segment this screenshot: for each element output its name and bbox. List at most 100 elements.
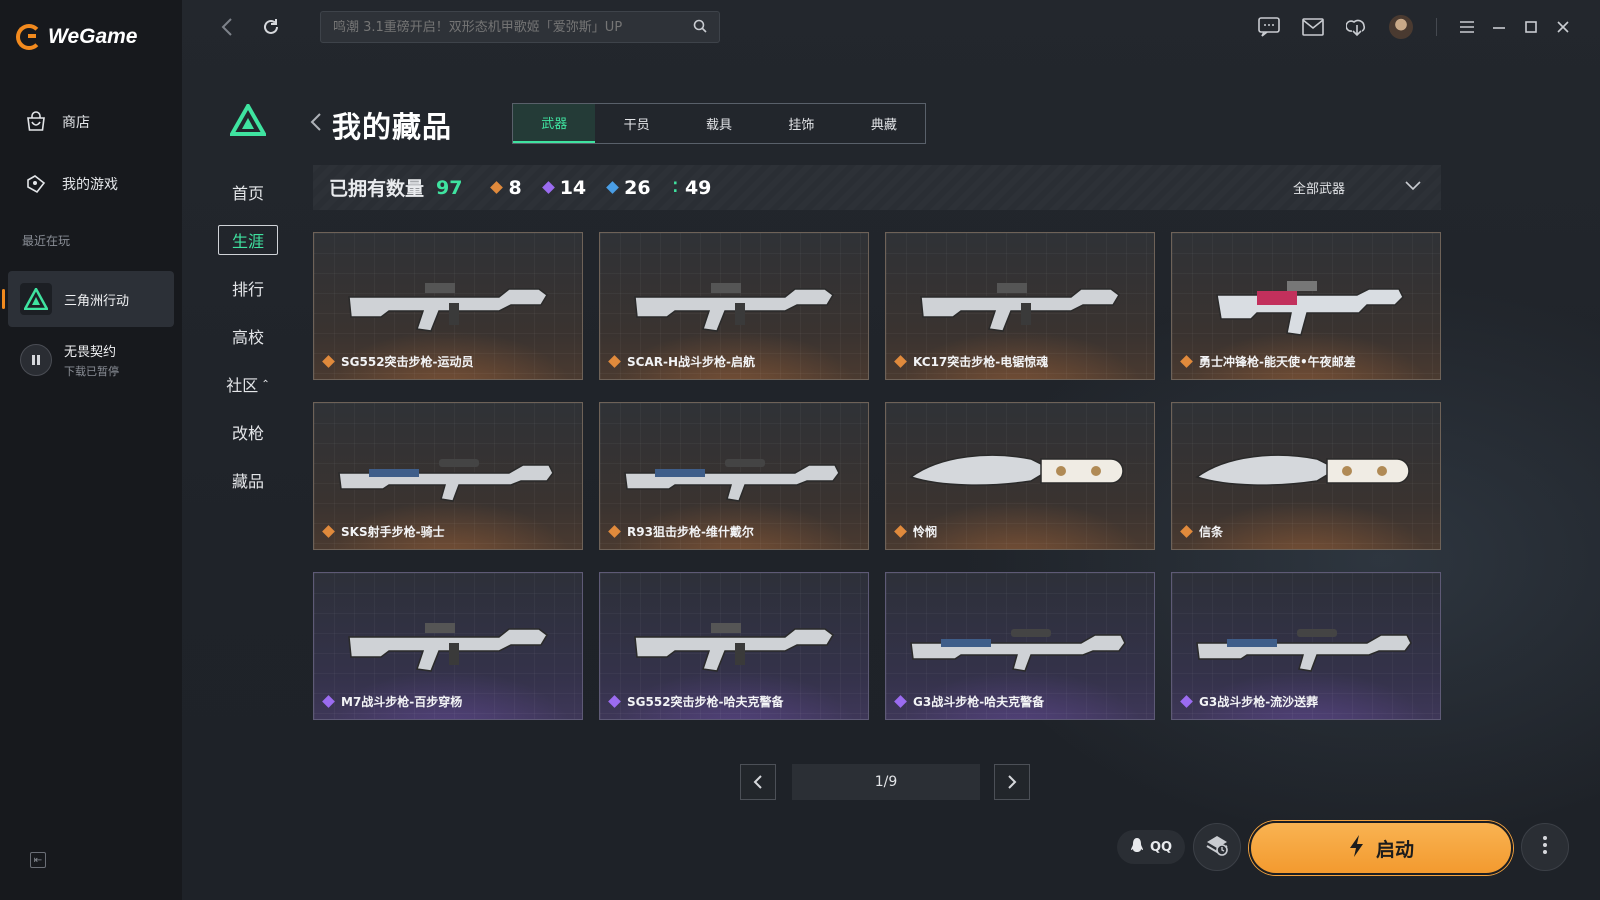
recent-game-name: 无畏契约 <box>64 345 117 360</box>
tab-collection[interactable]: 典藏 <box>843 104 925 143</box>
game-menu-label: 首页 <box>231 184 264 203</box>
collection-item-card[interactable]: SKS射手步枪-骑士 <box>313 402 583 550</box>
wegame-logo[interactable]: WeGame <box>16 24 138 50</box>
purple-diamond-icon <box>541 181 555 194</box>
launch-label: 启动 <box>1375 838 1414 861</box>
rarity-diamond-icon <box>608 355 621 368</box>
item-label: G3战斗步枪-哈夫克警备 <box>894 693 1044 710</box>
rarity-diamond-icon <box>894 695 907 708</box>
collection-item-card[interactable]: R93狙击步枪-维什戴尔 <box>599 402 869 550</box>
rarity-count-purple: 14 <box>541 177 586 199</box>
pause-icon <box>20 344 52 376</box>
game-menu-career[interactable]: 生涯 <box>218 225 278 255</box>
back-nav-icon[interactable] <box>214 14 240 40</box>
search-icon[interactable] <box>693 18 707 37</box>
accelerator-button[interactable] <box>1193 823 1241 871</box>
next-page-button[interactable] <box>994 764 1030 800</box>
collection-item-card[interactable]: M7战斗步枪-百步穿杨 <box>313 572 583 720</box>
recent-game-status: 下载已暂停 <box>64 365 119 378</box>
collection-item-card[interactable]: SG552突击步枪-哈夫克警备 <box>599 572 869 720</box>
weapon-image <box>348 283 548 332</box>
rarity-diamond-icon <box>894 355 907 368</box>
green-dots-icon: ⁚ <box>672 179 678 196</box>
weapon-image <box>348 623 548 672</box>
item-label: R93狙击步枪-维什戴尔 <box>608 523 754 540</box>
game-menu-mod-gun[interactable]: 改枪 <box>218 417 278 447</box>
user-avatar[interactable] <box>1388 14 1414 40</box>
weapon-image <box>920 283 1120 332</box>
tab-operators[interactable]: 干员 <box>595 104 677 143</box>
item-label: 怜悯 <box>894 523 938 540</box>
close-icon[interactable] <box>1550 14 1576 40</box>
rarity-diamond-icon <box>322 355 335 368</box>
prev-page-button[interactable] <box>740 764 776 800</box>
game-menu-collection[interactable]: 藏品 <box>218 465 278 495</box>
delta-force-logo-icon <box>228 101 268 140</box>
item-label: SG552突击步枪-运动员 <box>322 353 474 370</box>
tab-weapons[interactable]: 武器 <box>513 104 596 143</box>
sidebar-item-store[interactable]: 商店 <box>24 110 90 134</box>
tab-vehicles[interactable]: 载具 <box>678 104 760 143</box>
recent-game-delta-force[interactable]: 三角洲行动 <box>2 271 174 327</box>
sidebar-item-my-games[interactable]: 我的游戏 <box>24 172 118 196</box>
collection-item-card[interactable]: SCAR-H战斗步枪-启航 <box>599 232 869 380</box>
item-name: G3战斗步枪-流沙送葬 <box>1199 695 1319 709</box>
rarity-count-blue: 26 <box>606 177 651 199</box>
item-name: SCAR-H战斗步枪-启航 <box>627 355 755 369</box>
game-menu-community[interactable]: 社区 ⌃ <box>218 369 278 399</box>
rarity-diamond-icon <box>322 695 335 708</box>
search-box[interactable] <box>320 11 720 43</box>
item-label: KC17突击步枪-电锯惊魂 <box>894 353 1048 370</box>
game-menu-home[interactable]: 首页 <box>218 177 278 207</box>
collection-item-card[interactable]: 信条 <box>1171 402 1441 550</box>
weapon-filter-dropdown[interactable]: 全部武器 <box>1293 165 1421 210</box>
maximize-icon[interactable] <box>1518 14 1544 40</box>
collection-item-card[interactable]: 怜悯 <box>885 402 1155 550</box>
game-controller-icon <box>24 172 48 196</box>
collection-item-card[interactable]: SG552突击步枪-运动员 <box>313 232 583 380</box>
page-indicator: 1/9 <box>792 764 980 800</box>
back-arrow-icon[interactable] <box>310 112 322 138</box>
top-divider <box>1436 18 1437 36</box>
game-menu-college[interactable]: 高校 <box>218 321 278 351</box>
item-name: SKS射手步枪-骑士 <box>341 525 445 539</box>
recent-game-valorant[interactable]: 无畏契约 下载已暂停 <box>8 332 174 388</box>
tab-charms[interactable]: 挂饰 <box>760 104 842 143</box>
rarity-diamond-icon <box>1180 525 1193 538</box>
collection-item-card[interactable]: G3战斗步枪-哈夫克警备 <box>885 572 1155 720</box>
refresh-icon[interactable] <box>258 14 284 40</box>
game-menu-ranking[interactable]: 排行 <box>218 273 278 303</box>
search-input[interactable] <box>333 19 693 35</box>
chat-icon[interactable] <box>1256 14 1282 40</box>
filter-label: 全部武器 <box>1292 182 1345 197</box>
wegame-logo-icon <box>16 24 42 50</box>
item-name: 信条 <box>1199 525 1224 539</box>
item-name: M7战斗步枪-百步穿杨 <box>341 695 463 709</box>
rarity-count-value: 8 <box>508 176 522 199</box>
stats-bar: 已拥有数量 97 8 14 26 ⁚ 49 全部武器 <box>313 165 1441 210</box>
avatar <box>1389 15 1413 39</box>
mail-icon[interactable] <box>1300 14 1326 40</box>
item-name: R93狙击步枪-维什戴尔 <box>627 525 754 539</box>
weapon-image <box>910 629 1126 672</box>
owned-count-label: 已拥有数量 <box>329 178 425 200</box>
qq-button[interactable]: QQ <box>1117 830 1185 864</box>
download-icon[interactable] <box>1344 14 1370 40</box>
delta-force-logo-icon <box>20 283 52 315</box>
game-menu-label: 藏品 <box>231 472 264 491</box>
item-label: SCAR-H战斗步枪-启航 <box>608 353 755 370</box>
collapse-sidebar-icon[interactable]: ⇤ <box>30 852 46 868</box>
collection-item-card[interactable]: KC17突击步枪-电锯惊魂 <box>885 232 1155 380</box>
sidebar-item-label: 我的游戏 <box>62 177 118 193</box>
menu-icon[interactable] <box>1454 14 1480 40</box>
launch-button[interactable]: 启动 <box>1249 821 1513 875</box>
collection-item-card[interactable]: G3战斗步枪-流沙送葬 <box>1171 572 1441 720</box>
item-name: 怜悯 <box>913 525 938 539</box>
collection-item-card[interactable]: 勇士冲锋枪-能天使•午夜邮差 <box>1171 232 1441 380</box>
more-options-button[interactable] <box>1521 823 1569 871</box>
item-label: 信条 <box>1180 523 1224 540</box>
qq-label: QQ <box>1149 839 1173 855</box>
page-title-row: 我的藏品 <box>310 104 452 146</box>
rarity-diamond-icon <box>608 695 621 708</box>
minimize-icon[interactable] <box>1486 14 1512 40</box>
